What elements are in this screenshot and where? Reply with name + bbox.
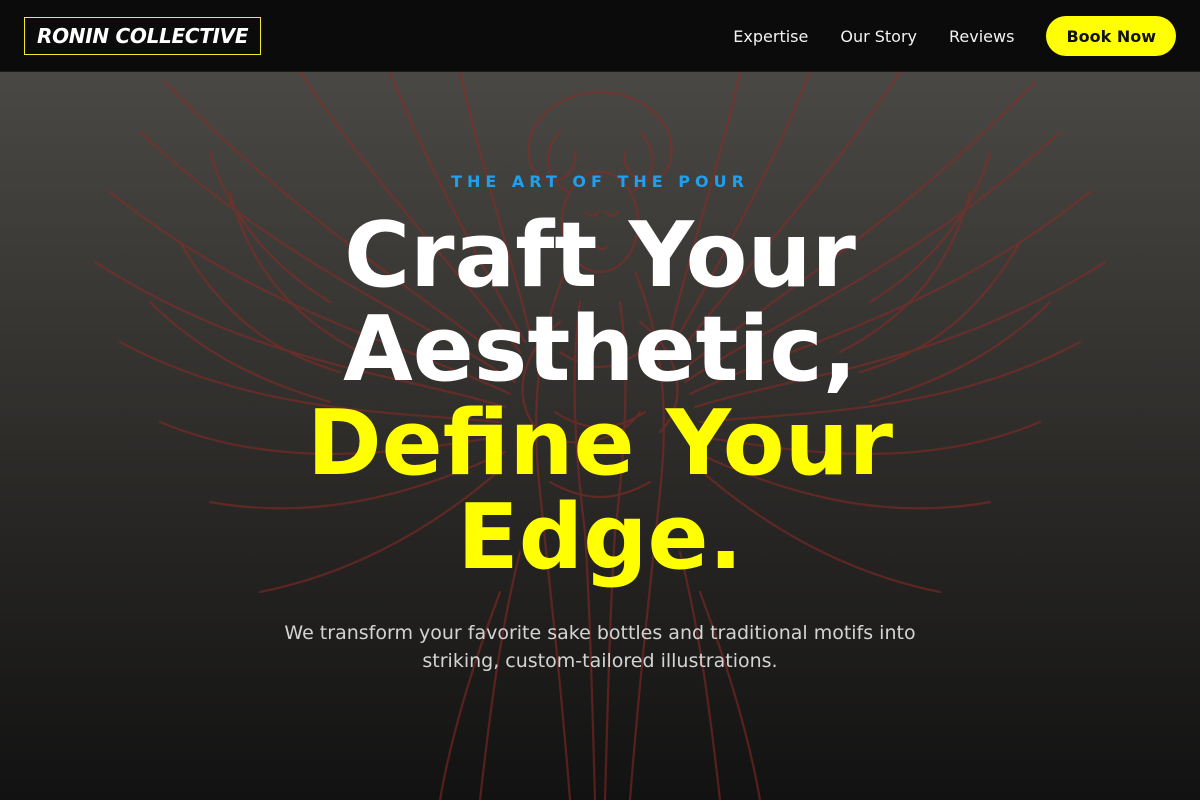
hero-eyebrow: THE ART OF THE POUR — [451, 172, 749, 191]
hero-section: THE ART OF THE POUR Craft Your Aesthetic… — [0, 72, 1200, 800]
nav-link-our-story[interactable]: Our Story — [840, 27, 917, 46]
main-nav: Expertise Our Story Reviews Book Now — [733, 16, 1176, 56]
headline-line-4: Edge. — [457, 485, 743, 590]
headline-line-2: Aesthetic, — [343, 297, 857, 402]
nav-link-reviews[interactable]: Reviews — [949, 27, 1014, 46]
nav-link-expertise[interactable]: Expertise — [733, 27, 808, 46]
hero-headline: Craft Your Aesthetic, Define Your Edge. — [0, 209, 1200, 585]
headline-line-1: Craft Your — [344, 203, 856, 308]
top-navigation-bar: RONIN COLLECTIVE Expertise Our Story Rev… — [0, 0, 1200, 72]
headline-line-3: Define Your — [306, 391, 894, 496]
book-now-button[interactable]: Book Now — [1046, 16, 1176, 56]
hero-subtext: We transform your favorite sake bottles … — [284, 622, 916, 672]
brand-logo[interactable]: RONIN COLLECTIVE — [24, 17, 262, 55]
